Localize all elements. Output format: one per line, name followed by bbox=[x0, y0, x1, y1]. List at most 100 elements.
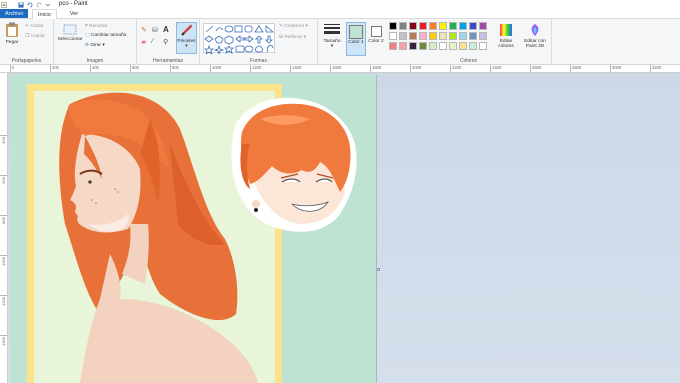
ruler-tick: 400 bbox=[90, 65, 99, 72]
palette-swatch[interactable] bbox=[459, 22, 467, 30]
ruler-tick: 2000 bbox=[410, 65, 421, 72]
outline-button[interactable]: ✎ Contorno ▾ bbox=[279, 24, 308, 29]
palette-swatch[interactable] bbox=[419, 22, 427, 30]
palette-swatch[interactable] bbox=[389, 22, 397, 30]
palette-swatch[interactable] bbox=[479, 22, 487, 30]
palette-swatch[interactable] bbox=[479, 32, 487, 40]
pencil-icon: ✎ bbox=[141, 27, 147, 34]
palette-swatch[interactable] bbox=[449, 22, 457, 30]
select-button[interactable]: Seleccionar bbox=[56, 24, 84, 42]
group-label-tools: Herramientas bbox=[152, 58, 183, 64]
quick-access-toolbar bbox=[0, 1, 51, 8]
pencil-tool[interactable]: ✎ bbox=[141, 26, 147, 34]
crop-button[interactable]: ⌗ Recortar bbox=[85, 23, 107, 29]
group-label-clipboard: Portapapeles bbox=[11, 58, 42, 64]
size-button[interactable]: Tamaño ▾ bbox=[320, 23, 344, 49]
text-tool[interactable]: A bbox=[163, 25, 169, 34]
palette-swatch[interactable] bbox=[449, 32, 457, 40]
magnifier-icon: ⚲ bbox=[163, 39, 169, 46]
scissors-icon: ✂ bbox=[25, 24, 30, 29]
ribbon-tabs: Archivo Inicio Ver bbox=[0, 9, 680, 20]
palette-swatch[interactable] bbox=[459, 42, 467, 50]
shapes-gallery[interactable] bbox=[203, 23, 275, 56]
palette-swatch[interactable] bbox=[409, 42, 417, 50]
palette-swatch[interactable] bbox=[479, 42, 487, 50]
palette-swatch[interactable] bbox=[419, 32, 427, 40]
palette-swatch[interactable] bbox=[399, 32, 407, 40]
palette-swatch[interactable] bbox=[399, 42, 407, 50]
drawing-canvas[interactable] bbox=[10, 74, 376, 383]
edit-colors-icon bbox=[500, 24, 512, 36]
rotate-label: Girar bbox=[90, 43, 102, 48]
palette-swatch[interactable] bbox=[429, 42, 437, 50]
group-clipboard: Pegar ✂ Cortar ❐ Copiar Portapapeles bbox=[0, 19, 54, 65]
group-size: Tamaño ▾ bbox=[318, 19, 344, 65]
brushes-dropdown-icon: ▾ bbox=[185, 44, 188, 49]
palette-swatch[interactable] bbox=[389, 42, 397, 50]
palette-swatch[interactable] bbox=[429, 32, 437, 40]
palette-swatch[interactable] bbox=[419, 42, 427, 50]
cut-button[interactable]: ✂ Cortar bbox=[25, 24, 44, 29]
palette-swatch[interactable] bbox=[409, 32, 417, 40]
undo-icon[interactable] bbox=[27, 2, 33, 8]
tab-archivo[interactable]: Archivo bbox=[0, 9, 28, 18]
palette-swatch[interactable] bbox=[389, 32, 397, 40]
ruler-tick: 1400 bbox=[290, 65, 301, 72]
palette-swatch[interactable] bbox=[469, 42, 477, 50]
tab-ver[interactable]: Ver bbox=[65, 9, 83, 18]
text-icon: A bbox=[163, 25, 169, 34]
palette-swatch[interactable] bbox=[459, 32, 467, 40]
palette-swatch[interactable] bbox=[449, 42, 457, 50]
paint3d-label: Editar con Paint 3D bbox=[524, 39, 546, 49]
copy-label: Copiar bbox=[30, 34, 45, 39]
bucket-icon: ⛁ bbox=[152, 27, 158, 34]
resize-button[interactable]: ⬚ Cambiar tamaño bbox=[85, 33, 126, 38]
palette-swatch[interactable] bbox=[469, 22, 477, 30]
palette-swatch[interactable] bbox=[469, 32, 477, 40]
fill-shape-icon: ⛁ bbox=[279, 35, 284, 40]
app-menu-icon[interactable] bbox=[1, 1, 7, 8]
resize-label: Cambiar tamaño bbox=[90, 33, 127, 38]
fill-label: Rellenar bbox=[284, 35, 303, 40]
magnifier-tool[interactable]: ⚲ bbox=[163, 38, 168, 46]
paint3d-icon bbox=[531, 24, 539, 36]
paste-button[interactable]: Pegar bbox=[2, 22, 22, 45]
palette-swatch[interactable] bbox=[439, 32, 447, 40]
ruler-tick: 200 bbox=[50, 65, 59, 72]
palette-swatch[interactable] bbox=[399, 22, 407, 30]
brushes-button[interactable]: Pinceles ▾ bbox=[176, 22, 197, 54]
artwork bbox=[10, 74, 376, 383]
crop-icon: ⌗ bbox=[85, 24, 88, 29]
ruler-tick: 2200 bbox=[450, 65, 461, 72]
color1-label: Color 1 bbox=[348, 40, 364, 45]
canvas-resize-handle[interactable] bbox=[377, 268, 380, 271]
palette-swatch[interactable] bbox=[409, 22, 417, 30]
save-icon[interactable] bbox=[18, 1, 24, 8]
ruler-tick: 3200 bbox=[650, 65, 661, 72]
fill-tool[interactable]: ⛁ bbox=[152, 26, 158, 34]
ruler-tick: 1200 bbox=[250, 65, 261, 72]
horizontal-ruler: 0 200 400 600 800 1000 1200 1400 1600 1800 2000 220… bbox=[0, 65, 680, 73]
eraser-tool[interactable]: ▰ bbox=[141, 38, 146, 46]
paint3d-button[interactable]: Editar con Paint 3D bbox=[520, 23, 550, 49]
color1-button[interactable]: Color 1 bbox=[346, 22, 366, 56]
color-picker-tool[interactable]: ⁄ bbox=[152, 38, 153, 45]
customize-qat-icon[interactable] bbox=[45, 2, 51, 8]
brush-icon bbox=[180, 24, 192, 36]
edit-colors-button[interactable]: Editar colores bbox=[493, 23, 519, 49]
ruler-tick: 1000 bbox=[210, 65, 221, 72]
fill-button[interactable]: ⛁ Rellenar ▾ bbox=[279, 35, 306, 40]
shapes-gallery-icons bbox=[204, 25, 275, 56]
rotate-button[interactable]: ⟳ Girar ▾ bbox=[85, 43, 105, 48]
palette-swatch[interactable] bbox=[429, 22, 437, 30]
group-label-image: Imagen bbox=[86, 58, 104, 64]
palette-swatch[interactable] bbox=[439, 42, 447, 50]
size-dropdown-icon: ▾ bbox=[330, 44, 334, 49]
redo-icon[interactable] bbox=[36, 2, 42, 8]
ruler-tick: 0 bbox=[10, 65, 14, 72]
color2-button[interactable]: Color 2 bbox=[367, 22, 385, 56]
resize-icon: ⬚ bbox=[85, 33, 90, 38]
copy-button[interactable]: ❐ Copiar bbox=[25, 34, 45, 39]
palette-swatch[interactable] bbox=[439, 22, 447, 30]
select-label: Seleccionar bbox=[57, 37, 83, 42]
